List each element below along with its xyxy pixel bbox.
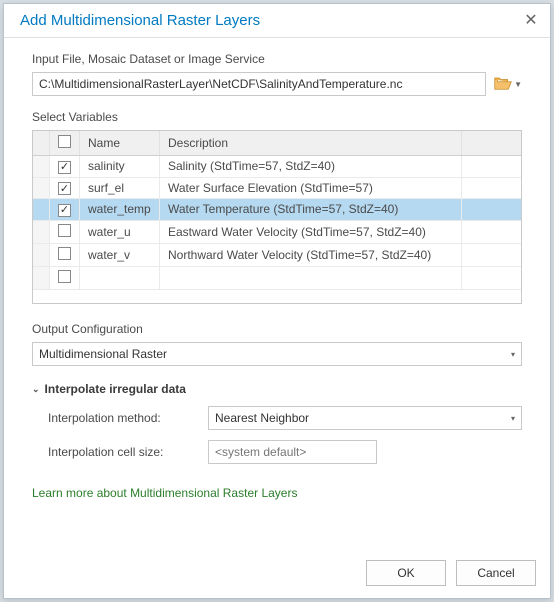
header-description[interactable]: Description [160, 131, 462, 156]
checkbox-icon [58, 270, 71, 283]
row-handle [33, 177, 50, 199]
row-handle [33, 220, 50, 243]
row-handle [33, 266, 50, 289]
header-handle [33, 131, 50, 156]
table-row[interactable]: salinitySalinity (StdTime=57, StdZ=40) [33, 156, 521, 178]
interp-method-value: Nearest Neighbor [215, 411, 309, 425]
row-name [80, 266, 160, 289]
checkbox-icon [58, 224, 71, 237]
content: Input File, Mosaic Dataset or Image Serv… [4, 38, 550, 550]
interp-cell-row: Interpolation cell size: [32, 440, 522, 464]
learn-more-link[interactable]: Learn more about Multidimensional Raster… [32, 486, 522, 500]
checkbox-icon [58, 247, 71, 260]
chevron-down-icon: ▾ [511, 414, 515, 423]
checkbox-icon [58, 161, 71, 174]
row-name: water_u [80, 220, 160, 243]
row-checkbox[interactable] [50, 243, 80, 266]
row-checkbox[interactable] [50, 156, 80, 178]
chevron-down-icon: ⌄ [32, 384, 40, 395]
row-spacer [461, 243, 521, 266]
folder-open-icon [494, 76, 512, 92]
output-config-select[interactable]: Multidimensional Raster ▾ [32, 342, 522, 366]
browse-button[interactable]: ▼ [494, 73, 522, 95]
chevron-down-icon: ▾ [511, 350, 515, 359]
header-check-all[interactable] [50, 131, 80, 156]
row-spacer [461, 156, 521, 178]
row-handle [33, 199, 50, 221]
interp-method-label: Interpolation method: [48, 411, 208, 425]
chevron-down-icon: ▼ [514, 80, 522, 89]
table-row[interactable] [33, 266, 521, 289]
table-row[interactable]: surf_elWater Surface Elevation (StdTime=… [33, 177, 521, 199]
footer: OK Cancel [4, 550, 550, 598]
row-name: water_temp [80, 199, 160, 221]
cancel-button[interactable]: Cancel [456, 560, 536, 586]
row-spacer [461, 199, 521, 221]
output-config-value: Multidimensional Raster [39, 347, 167, 361]
dialog: Add Multidimensional Raster Layers ✕ Inp… [3, 3, 551, 599]
titlebar: Add Multidimensional Raster Layers ✕ [4, 4, 550, 38]
table-row[interactable]: water_uEastward Water Velocity (StdTime=… [33, 220, 521, 243]
table-header-row: Name Description [33, 131, 521, 156]
row-checkbox[interactable] [50, 220, 80, 243]
select-variables-label: Select Variables [32, 110, 522, 124]
row-spacer [461, 220, 521, 243]
row-spacer [461, 266, 521, 289]
row-handle [33, 156, 50, 178]
row-name: salinity [80, 156, 160, 178]
checkbox-icon [58, 204, 71, 217]
row-handle [33, 243, 50, 266]
row-checkbox[interactable] [50, 177, 80, 199]
close-icon[interactable]: ✕ [524, 14, 538, 28]
input-file-row: ▼ [32, 72, 522, 96]
dialog-title: Add Multidimensional Raster Layers [20, 12, 260, 29]
header-name[interactable]: Name [80, 131, 160, 156]
table-row[interactable]: water_tempWater Temperature (StdTime=57,… [33, 199, 521, 221]
row-description: Water Temperature (StdTime=57, StdZ=40) [160, 199, 462, 221]
row-description: Eastward Water Velocity (StdTime=57, Std… [160, 220, 462, 243]
input-file-label: Input File, Mosaic Dataset or Image Serv… [32, 52, 522, 66]
table-row[interactable]: water_vNorthward Water Velocity (StdTime… [33, 243, 521, 266]
row-description: Northward Water Velocity (StdTime=57, St… [160, 243, 462, 266]
row-name: water_v [80, 243, 160, 266]
row-spacer [461, 177, 521, 199]
row-description: Salinity (StdTime=57, StdZ=40) [160, 156, 462, 178]
interp-cell-input[interactable] [208, 440, 377, 464]
row-description [160, 266, 462, 289]
variables-table: Name Description salinitySalinity (StdTi… [32, 130, 522, 304]
input-file-field[interactable] [32, 72, 486, 96]
interp-cell-label: Interpolation cell size: [48, 445, 208, 459]
row-name: surf_el [80, 177, 160, 199]
interp-method-select[interactable]: Nearest Neighbor ▾ [208, 406, 522, 430]
header-spacer [461, 131, 521, 156]
interp-method-row: Interpolation method: Nearest Neighbor ▾ [32, 406, 522, 430]
interpolate-section-title: Interpolate irregular data [45, 382, 186, 396]
row-checkbox[interactable] [50, 266, 80, 289]
row-checkbox[interactable] [50, 199, 80, 221]
output-config-label: Output Configuration [32, 322, 522, 336]
row-description: Water Surface Elevation (StdTime=57) [160, 177, 462, 199]
ok-button[interactable]: OK [366, 560, 446, 586]
interpolate-section-toggle[interactable]: ⌄ Interpolate irregular data [32, 382, 522, 396]
checkbox-icon [58, 182, 71, 195]
